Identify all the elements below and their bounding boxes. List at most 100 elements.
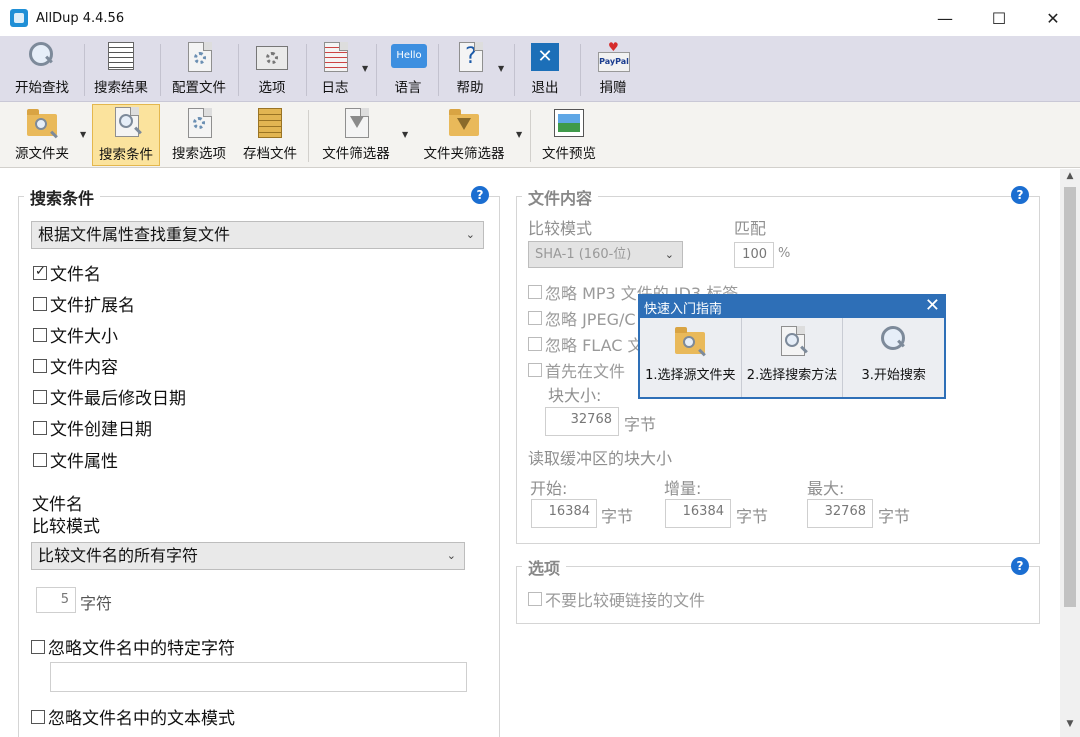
check-ignore-jpeg[interactable]: 忽略 JPEG/C (528, 306, 636, 330)
checkbox[interactable] (33, 296, 47, 311)
archive-file-icon (253, 106, 287, 138)
check-file-size[interactable]: 文件大小 (33, 322, 118, 347)
checkbox[interactable] (33, 389, 47, 404)
tab-archive-files[interactable]: 存档文件 (238, 106, 302, 164)
toolbar-separator (514, 44, 515, 96)
exit-x-icon: ✕ (528, 40, 562, 72)
checkbox[interactable] (528, 363, 542, 377)
maximize-button[interactable]: ☐ (972, 0, 1026, 36)
checkbox[interactable] (33, 452, 47, 467)
scroll-down-arrow[interactable]: ▼ (1060, 719, 1080, 735)
checkbox[interactable] (33, 327, 47, 342)
help-dropdown-arrow[interactable]: ▼ (498, 64, 504, 73)
compare-mode-select[interactable]: 比较文件名的所有字符 ⌄ (31, 542, 465, 570)
paypal-heart-icon: ♥ PayPal (596, 40, 630, 72)
tab-source-folder[interactable]: 源文件夹 (8, 106, 76, 164)
search-criteria-help-icon[interactable]: ? (471, 186, 489, 204)
file-content-help-icon[interactable]: ? (1011, 186, 1029, 204)
check-created-date[interactable]: 文件创建日期 (33, 415, 152, 440)
file-preview-icon (552, 106, 586, 138)
tab-search-criteria[interactable]: 搜索条件 (92, 104, 160, 166)
minimize-button[interactable]: — (918, 0, 972, 36)
buffer-start-unit: 字节 (601, 507, 634, 526)
search-results-button[interactable]: 搜索结果 (88, 40, 154, 98)
quick-start-step-source-folder[interactable]: 1.选择源文件夹 (640, 318, 742, 397)
folder-filter-dropdown-arrow[interactable]: ▼ (516, 130, 522, 139)
search-mode-select[interactable]: 根据文件属性查找重复文件 ⌄ (31, 221, 484, 249)
close-button[interactable]: ✕ (1026, 0, 1080, 36)
checkbox[interactable] (33, 264, 47, 280)
check-file-extension[interactable]: 文件扩展名 (33, 291, 135, 316)
donate-button[interactable]: ♥ PayPal 捐赠 (588, 40, 638, 98)
check-skip-hardlinks[interactable]: 不要比较硬链接的文件 (528, 587, 705, 611)
hash-algorithm-select[interactable]: SHA-1 (160-位) ⌄ (528, 241, 683, 268)
checkbox[interactable] (31, 709, 45, 724)
toolbar-separator (580, 44, 581, 96)
check-ignore-chars[interactable]: 忽略文件名中的特定字符 (31, 634, 235, 659)
checkbox[interactable] (528, 592, 542, 606)
check-file-content[interactable]: 文件内容 (33, 353, 118, 378)
log-document-icon (318, 40, 352, 72)
start-search-button[interactable]: 开始查找 (8, 40, 76, 98)
file-filter-dropdown-arrow[interactable]: ▼ (402, 130, 408, 139)
buffer-increment-input[interactable]: 16384 (665, 499, 731, 528)
match-percent-input[interactable]: 100 (734, 242, 774, 268)
quick-start-step-search-method[interactable]: 2.选择搜索方法 (742, 318, 844, 397)
profile-gear-icon (182, 40, 216, 72)
language-button[interactable]: Hello 语言 (384, 40, 432, 98)
options-button[interactable]: 选项 (246, 40, 298, 98)
options-help-icon[interactable]: ? (1011, 557, 1029, 575)
quick-start-title: 快速入门指南 (644, 301, 723, 317)
alldup-app-icon (10, 9, 28, 27)
scroll-up-arrow[interactable]: ▲ (1060, 171, 1080, 187)
toolbar-separator (160, 44, 161, 96)
checkbox[interactable] (528, 285, 542, 299)
checkbox[interactable] (528, 311, 542, 325)
check-filename[interactable]: 文件名 (33, 260, 101, 285)
buffer-increment-label: 增量: (664, 479, 702, 498)
profile-button[interactable]: 配置文件 (166, 40, 232, 98)
tab-file-preview[interactable]: 文件预览 (536, 106, 602, 164)
buffer-size-label: 读取缓冲区的块大小 (528, 449, 673, 468)
quick-start-step-start-search[interactable]: 3.开始搜索 (843, 318, 944, 397)
file-filter-icon (339, 106, 373, 138)
quick-start-steps: 1.选择源文件夹 2.选择搜索方法 3.开始搜索 (640, 318, 944, 397)
ignore-chars-input[interactable] (50, 662, 467, 692)
tab-file-filter[interactable]: 文件筛选器 (316, 106, 396, 164)
checkbox[interactable] (31, 639, 45, 654)
check-file-attributes[interactable]: 文件属性 (33, 447, 118, 472)
folder-filter-icon (447, 106, 481, 138)
quick-start-close-button[interactable]: ✕ (925, 295, 940, 316)
help-button[interactable]: ? 帮助 (446, 40, 494, 98)
scroll-thumb[interactable] (1064, 187, 1076, 607)
log-button[interactable]: 日志 (312, 40, 358, 98)
exit-button[interactable]: ✕ 退出 (522, 40, 568, 98)
options-title: 选项 (522, 555, 567, 579)
main-toolbar: 开始查找 搜索结果 配置文件 选项 日志 ▼ Hello 语言 ? 帮助 ▼ ✕… (0, 36, 1080, 102)
char-unit-label: 字符 (80, 594, 113, 613)
vertical-scrollbar[interactable]: ▲ ▼ (1060, 169, 1080, 737)
block-size-input[interactable]: 32768 (545, 407, 619, 436)
check-ignore-pattern[interactable]: 忽略文件名中的文本模式 (31, 704, 235, 729)
log-dropdown-arrow[interactable]: ▼ (362, 64, 368, 73)
checkbox[interactable] (33, 358, 47, 373)
tab-folder-filter[interactable]: 文件夹筛选器 (416, 106, 512, 164)
search-criteria-icon (109, 105, 143, 139)
search-criteria-icon (775, 324, 809, 358)
buffer-start-input[interactable]: 16384 (531, 499, 597, 528)
check-ignore-flac[interactable]: 忽略 FLAC 文 (528, 332, 644, 356)
title-bar: AllDup 4.4.56 — ☐ ✕ (0, 0, 1080, 36)
source-folder-icon (673, 324, 707, 358)
checkbox[interactable] (528, 337, 542, 351)
check-modified-date[interactable]: 文件最后修改日期 (33, 384, 186, 409)
buffer-max-input[interactable]: 32768 (807, 499, 873, 528)
content-compare-mode-label: 比较模式 (528, 219, 593, 238)
char-count-input[interactable]: 5 (36, 587, 76, 613)
source-folder-icon (25, 106, 59, 138)
source-folder-dropdown-arrow[interactable]: ▼ (80, 130, 86, 139)
checkbox[interactable] (33, 420, 47, 435)
tab-search-options[interactable]: 搜索选项 (166, 106, 232, 164)
check-first-compare[interactable]: 首先在文件 (528, 358, 625, 382)
help-question-icon: ? (453, 40, 487, 72)
toolbar-separator (306, 44, 307, 96)
